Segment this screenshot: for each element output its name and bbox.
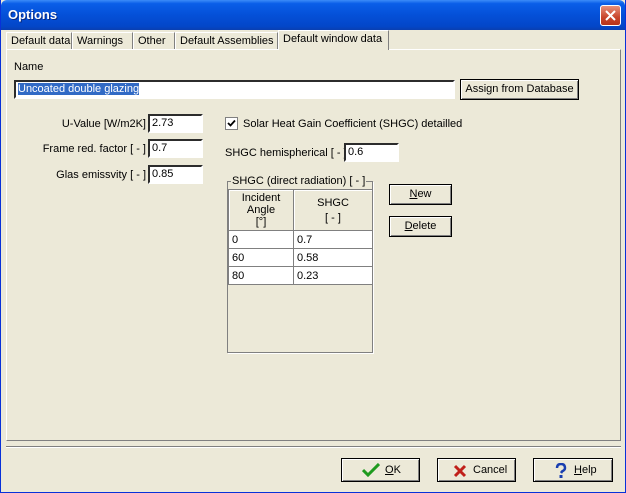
tab-default-assemblies[interactable]: Default Assemblies — [175, 32, 278, 49]
button-label: elp — [581, 464, 597, 476]
table-empty-area — [228, 292, 372, 352]
shgc-direct-group-label: SHGC (direct radiation) [ - ] — [231, 175, 367, 187]
assign-from-database-button[interactable]: Assign from Database — [460, 79, 579, 100]
button-label: K — [393, 464, 401, 476]
button-mnemonic: O — [385, 464, 394, 476]
help-question-icon — [555, 463, 567, 478]
table-header-row: Incident Angle [°] SHGC [ - ] — [228, 189, 373, 231]
header-text: [°] — [255, 216, 267, 228]
angle-cell[interactable]: 60 — [228, 248, 294, 267]
shgc-cell[interactable]: 0.58 — [293, 248, 373, 267]
tab-default-window-data[interactable]: Default window data — [278, 30, 389, 50]
close-button[interactable] — [600, 5, 621, 26]
table-row[interactable]: 60 0.58 — [228, 248, 373, 267]
angle-column-header[interactable]: Incident Angle [°] — [228, 189, 294, 231]
emissivity-input[interactable]: 0.85 — [148, 165, 203, 184]
title-bar[interactable]: Options — [1, 0, 625, 30]
button-mnemonic: H — [574, 464, 582, 476]
tab-default-data[interactable]: Default data — [6, 32, 72, 49]
tab-label: Default window data — [283, 33, 383, 45]
angle-cell[interactable]: 0 — [228, 230, 294, 249]
new-row-button[interactable]: New — [389, 184, 452, 205]
ok-label: OK — [385, 464, 401, 476]
ok-button[interactable]: OK — [341, 458, 420, 482]
header-text: Incident — [241, 192, 281, 204]
angle-cell[interactable]: 80 — [228, 266, 294, 285]
button-mnemonic: D — [404, 220, 413, 232]
shgc-hemispherical-label: SHGC hemispherical [ - ] — [225, 147, 347, 159]
shgc-detailed-checkbox[interactable] — [225, 117, 238, 130]
name-input[interactable]: Uncoated double glazing — [14, 80, 455, 99]
shgc-cell[interactable]: 0.7 — [293, 230, 373, 249]
shgc-table: Incident Angle [°] SHGC [ - ] 0 0.7 60 0… — [228, 189, 373, 285]
emissivity-label: Glas emissvity [ - ] — [56, 169, 146, 181]
shgc-detailed-label: Solar Heat Gain Coefficient (SHGC) detai… — [243, 118, 463, 130]
options-dialog: Options Default data Warnings Other Defa… — [0, 0, 626, 493]
frame-factor-input[interactable]: 0.7 — [148, 139, 203, 158]
delete-row-button[interactable]: Delete — [389, 216, 452, 237]
tab-warnings[interactable]: Warnings — [72, 32, 133, 49]
name-value: Uncoated double glazing — [18, 83, 140, 95]
tab-label: Default Assemblies — [180, 35, 274, 47]
shgc-hemispherical-input[interactable]: 0.6 — [344, 143, 399, 162]
u-value-label: U-Value [W/m2K] — [61, 118, 146, 130]
cancel-x-icon — [453, 464, 467, 478]
help-button[interactable]: Help — [533, 458, 613, 482]
help-label: Help — [574, 464, 597, 476]
button-label: ew — [417, 188, 432, 200]
header-text: SHGC — [317, 196, 349, 209]
u-value-input[interactable]: 2.73 — [148, 114, 203, 133]
tab-other[interactable]: Other — [133, 32, 175, 49]
name-label: Name — [14, 61, 44, 73]
footer-divider — [6, 446, 621, 448]
cancel-label: Cancel — [473, 464, 508, 476]
close-icon — [605, 10, 616, 21]
tab-label: Other — [138, 35, 166, 47]
assign-button-label: Assign from Database — [465, 83, 574, 95]
checkmark-icon — [362, 463, 380, 477]
header-text: Angle — [246, 204, 276, 216]
frame-factor-label: Frame red. factor [ - ] — [42, 143, 146, 155]
cancel-button[interactable]: Cancel — [437, 458, 516, 482]
tab-label: Default data — [11, 35, 71, 47]
header-text: [ - ] — [325, 211, 341, 224]
window-title: Options — [8, 7, 58, 22]
table-row[interactable]: 0 0.7 — [228, 230, 373, 249]
checkmark-icon — [227, 119, 236, 127]
tab-label: Warnings — [77, 35, 124, 47]
shgc-cell[interactable]: 0.23 — [293, 266, 373, 285]
button-label: elete — [412, 220, 437, 232]
shgc-column-header[interactable]: SHGC [ - ] — [293, 189, 373, 231]
table-row[interactable]: 80 0.23 — [228, 266, 373, 285]
